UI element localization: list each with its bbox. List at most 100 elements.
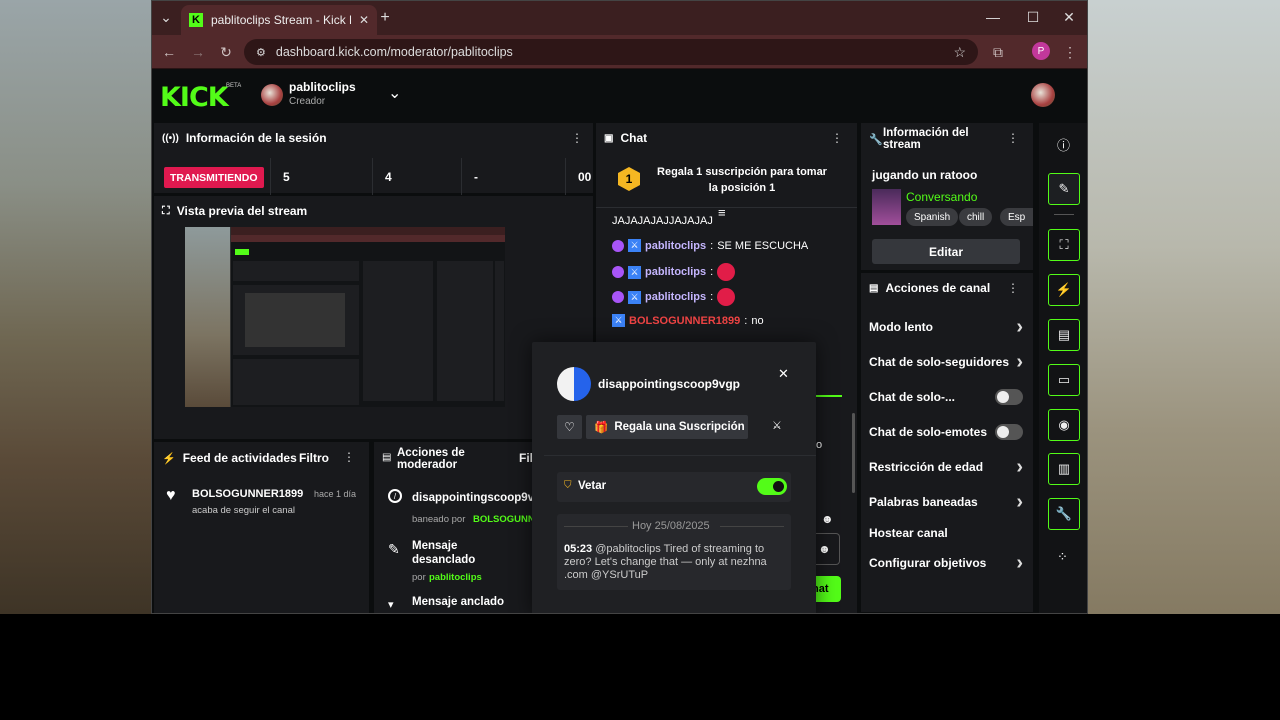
emote-icon[interactable]: ☻: [821, 512, 834, 526]
channel-actions-menu-icon[interactable]: ⋮: [1007, 281, 1019, 295]
wrench-toggle-icon[interactable]: 🔧: [1048, 498, 1080, 530]
tab-title: pablitoclips Stream - Kick Dashl: [211, 13, 351, 27]
preview-logo: [235, 249, 249, 255]
notes-icon[interactable]: ▤: [1048, 319, 1080, 351]
unpin-icon: ✎: [388, 541, 400, 557]
bookmark-star-icon[interactable]: ☆: [953, 44, 966, 61]
activity-bolt-icon[interactable]: ⚡: [1048, 274, 1080, 306]
chevron-right-icon: ›: [1016, 315, 1023, 338]
browser-tab[interactable]: K pablitoclips Stream - Kick Dashl ✕: [181, 5, 377, 35]
site-info-icon[interactable]: ⚙: [256, 46, 266, 59]
popup-user-avatar: [557, 367, 591, 401]
chevron-right-icon: ›: [1016, 455, 1023, 478]
forward-icon[interactable]: →: [189, 44, 207, 60]
toggle-switch[interactable]: [995, 424, 1023, 440]
category-thumbnail: [872, 189, 901, 225]
chat-username[interactable]: pablitoclips: [645, 291, 706, 303]
info-icon[interactable]: ⓘ: [1057, 135, 1070, 154]
new-tab-icon[interactable]: +: [376, 9, 394, 27]
stream-info-panel: 🔧 Información del stream ⋮ jugando un ra…: [861, 123, 1033, 270]
stat-cell-4: 00: [565, 158, 593, 195]
close-window-icon[interactable]: ✕: [1060, 9, 1078, 26]
gift-sub-button[interactable]: 🎁 Regala una Suscripción: [586, 415, 748, 439]
channel-switch-chevron-icon[interactable]: ⌄: [388, 83, 401, 103]
chat-partial-text: o: [816, 439, 823, 451]
history-message: 05:23 @pablitoclips Tired of streaming t…: [564, 543, 786, 582]
chat-username[interactable]: pablitoclips: [645, 240, 706, 252]
channel-role: Creador: [289, 96, 326, 107]
gift-leaderboard-text[interactable]: Regala 1 suscripción para tomar la posic…: [652, 164, 832, 196]
profile-avatar[interactable]: P: [1032, 42, 1050, 60]
chat-message: ⚔ pablitoclips:: [612, 263, 736, 281]
history-message-time: 05:23: [564, 543, 593, 555]
chevron-right-icon: ›: [1016, 490, 1023, 513]
popup-close-icon[interactable]: ✕: [778, 366, 789, 382]
veto-toggle[interactable]: [757, 478, 787, 495]
preview-icon: ⛶: [162, 204, 170, 217]
preview-tabbar: [231, 227, 505, 235]
fire-emote-icon: [717, 263, 736, 281]
chat-scrollbar[interactable]: [852, 413, 855, 493]
toggle-switch[interactable]: [995, 389, 1023, 405]
feed-menu-icon[interactable]: ⋮: [343, 450, 355, 464]
chat-username[interactable]: pablitoclips: [645, 266, 706, 278]
edit-stream-button[interactable]: Editar: [872, 239, 1020, 264]
browser-menu-icon[interactable]: ⋮: [1061, 44, 1079, 61]
heart-icon: ♥: [166, 487, 176, 504]
tab-search-icon[interactable]: ⌄: [157, 9, 175, 26]
mod-sword-icon[interactable]: ⚔: [772, 419, 782, 432]
preview-toggle-icon[interactable]: ⛶: [1048, 229, 1080, 261]
channel-action-1[interactable]: Modo lento ›: [869, 315, 1023, 338]
stream-preview-panel: ⛶ Vista previa del stream: [154, 196, 593, 439]
channel-actions-title: Acciones de canal: [885, 281, 991, 295]
chat-bubble-icon[interactable]: ▭: [1048, 364, 1080, 396]
activity-feed-title: Feed de actividades: [182, 451, 297, 465]
channel-action-4[interactable]: Chat de solo-emotes: [869, 422, 1023, 442]
channel-action-label: Hostear canal: [869, 526, 948, 540]
session-menu-icon[interactable]: ⋮: [571, 131, 583, 145]
tab-close-icon[interactable]: ✕: [359, 13, 369, 27]
edit-pencil-icon[interactable]: ✎: [1048, 173, 1080, 205]
kick-logo[interactable]: KICK: [160, 82, 229, 113]
url-field[interactable]: ⚙ dashboard.kick.com/moderator/pablitocl…: [244, 39, 978, 65]
stream-category[interactable]: Conversando: [906, 190, 977, 204]
chat-username[interactable]: BOLSOGUNNER1899: [629, 315, 740, 327]
channel-action-2[interactable]: Chat de solo-seguidores ›: [869, 351, 1023, 373]
channel-action-6[interactable]: Palabras baneadas ›: [869, 490, 1023, 513]
moderator-badge-icon: ⚔: [628, 265, 641, 279]
user-avatar[interactable]: [1031, 83, 1055, 107]
mod-actions-toggle-icon[interactable]: ▥: [1048, 453, 1080, 485]
minimize-icon[interactable]: —: [984, 9, 1002, 25]
mic-badge-icon: [612, 291, 624, 303]
stream-info-menu-icon[interactable]: ⋮: [1007, 131, 1019, 145]
mod-action-1-user[interactable]: disappointingscoop9v: [412, 492, 534, 504]
apps-icon[interactable]: ⁘: [1057, 549, 1068, 565]
desktop-wallpaper-right: [1088, 0, 1280, 614]
channel-action-5[interactable]: Restricción de edad ›: [869, 455, 1023, 478]
chat-green-line: [816, 395, 842, 397]
broadcast-toggle-icon[interactable]: ◉: [1048, 409, 1080, 441]
channel-action-7[interactable]: Hostear canal: [869, 523, 1023, 543]
popup-username[interactable]: disappointingscoop9vgp: [598, 377, 740, 391]
stat-cell-2: 4: [372, 158, 460, 195]
stream-preview-video[interactable]: [185, 227, 505, 407]
channel-action-3[interactable]: Chat de solo-...: [869, 387, 1023, 407]
maximize-icon[interactable]: ☐: [1024, 9, 1042, 26]
kick-favicon-icon: K: [189, 13, 203, 27]
feed-item-user[interactable]: BOLSOGUNNER1899: [192, 488, 303, 500]
pinned-expand-icon[interactable]: ≡: [718, 205, 726, 220]
extensions-icon[interactable]: ⧉: [989, 44, 1007, 61]
chat-menu-icon[interactable]: ⋮: [831, 131, 843, 145]
feed-filter-button[interactable]: Filtro: [299, 451, 329, 465]
follow-heart-icon[interactable]: ♡: [557, 415, 582, 439]
reload-icon[interactable]: ↻: [217, 44, 235, 61]
mod-action-2-by[interactable]: pablitoclips: [429, 572, 482, 583]
channel-actions-panel: ▤ Acciones de canal ⋮ Modo lento › Chat de…: [861, 273, 1033, 612]
channel-action-8[interactable]: Configurar objetivos ›: [869, 552, 1023, 574]
stream-preview-header: ⛶ Vista previa del stream: [154, 196, 593, 226]
mod-actions-icon: ▤: [382, 452, 392, 463]
chat-text: SE ME ESCUCHA: [717, 239, 809, 252]
date-line-right: [720, 526, 784, 527]
beta-badge: BETA: [226, 83, 242, 89]
back-icon[interactable]: ←: [160, 44, 178, 60]
